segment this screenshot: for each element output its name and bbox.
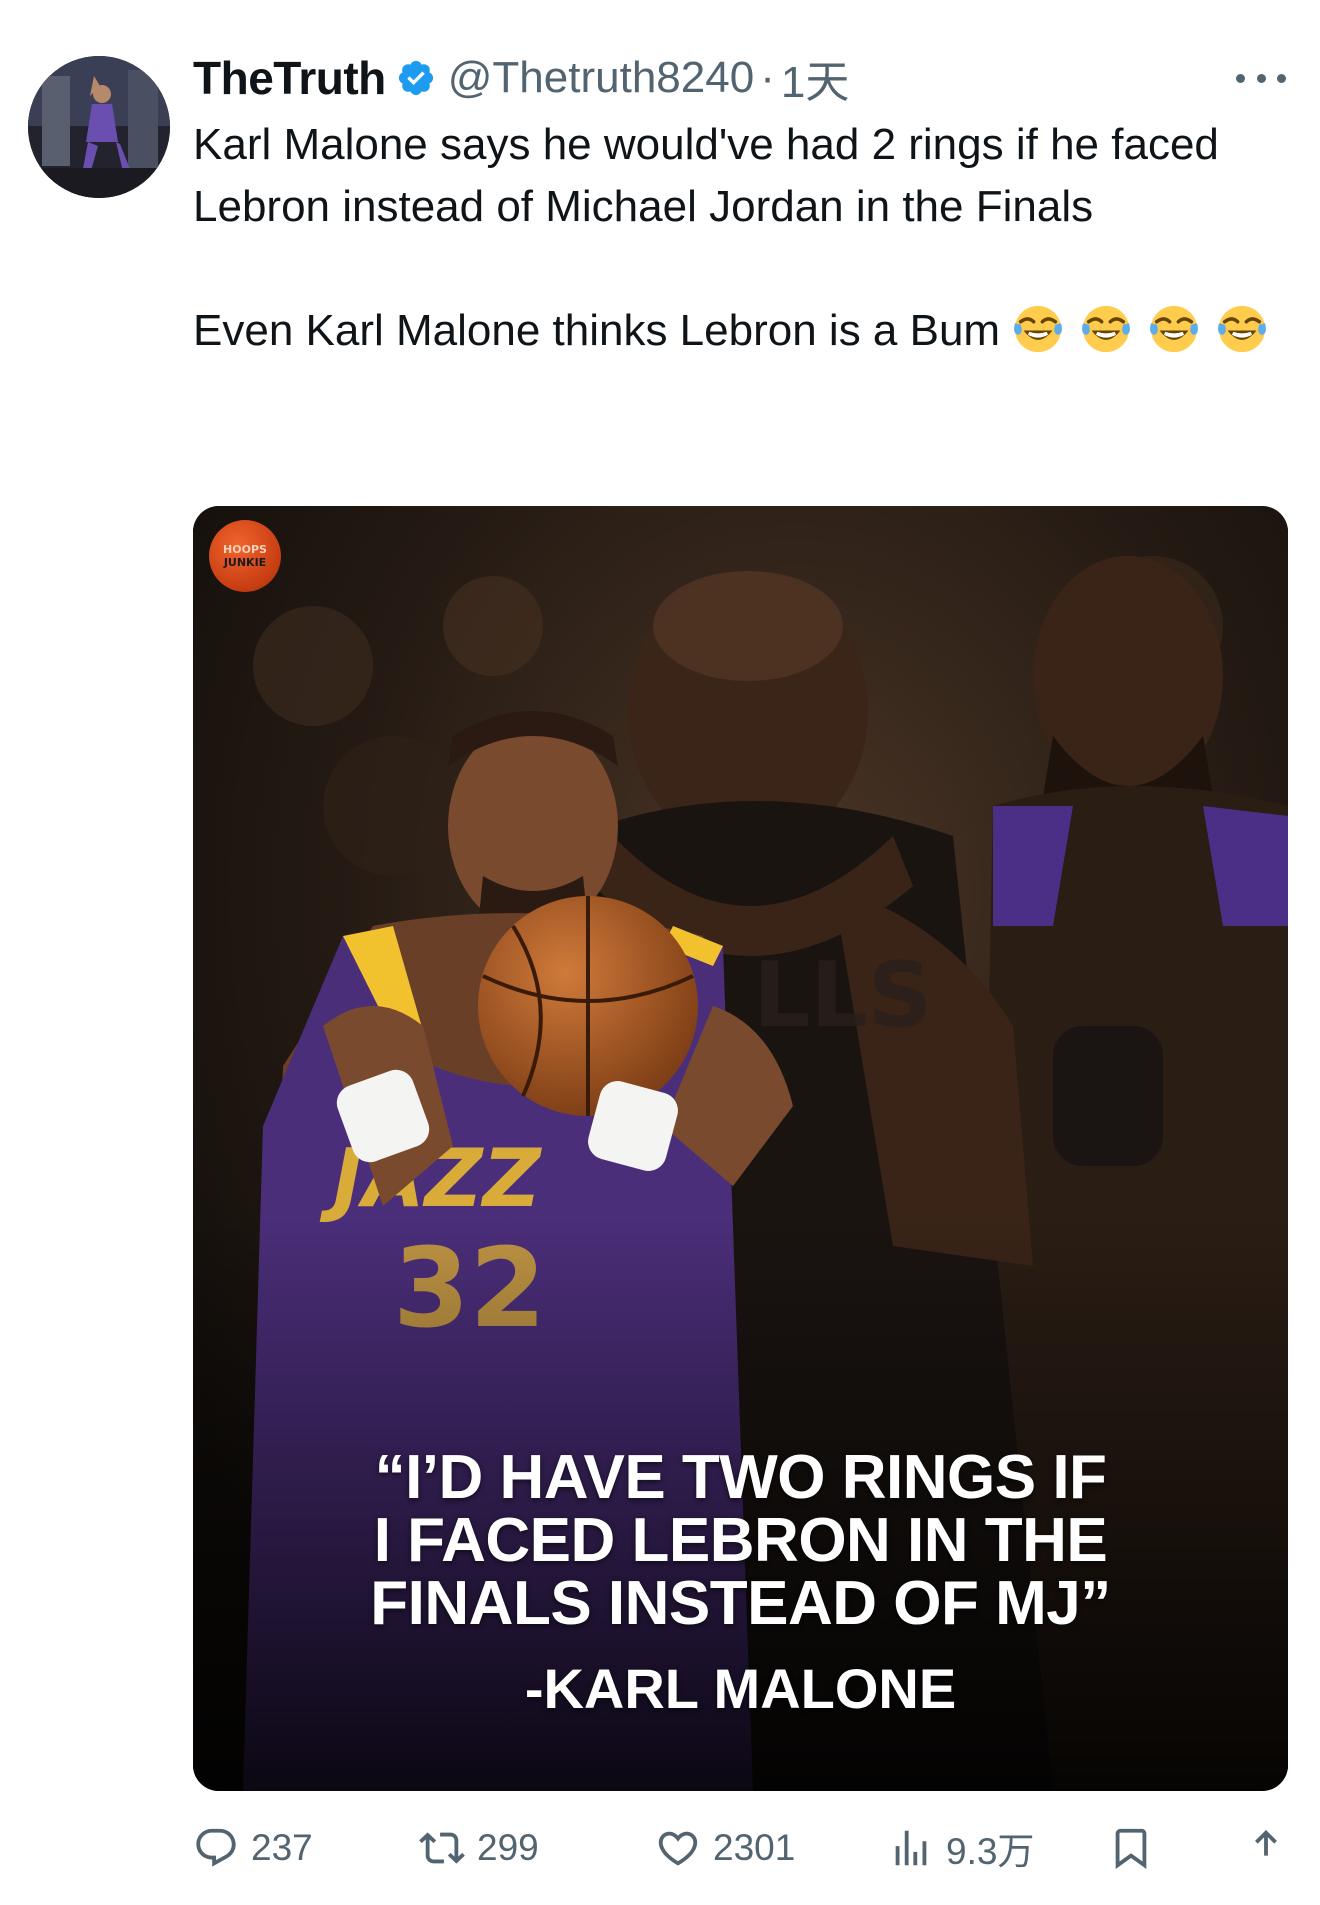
heart-icon [658,1831,698,1866]
quote-text: “I’D HAVE TWO RINGS IF I FACED LEBRON IN… [233,1446,1248,1635]
hoops-junkie-logo: HOOPS JUNKIE [209,520,281,592]
tears-of-joy-emoji-icon [1150,305,1199,353]
verified-badge-icon [396,58,436,98]
quote-line1: “I’D HAVE TWO RINGS IF [374,1443,1107,1512]
views-icon [895,1830,927,1866]
quote-attribution: -KARL MALONE [524,1657,957,1720]
tears-of-joy-emoji-icon [1082,305,1131,353]
avatar[interactable] [28,56,170,198]
bookmark-button[interactable] [1108,1820,1154,1876]
tweet-text-line1: Karl Malone says he would've had 2 rings… [193,120,1232,231]
like-button[interactable]: 2301 [655,1820,795,1876]
views-button[interactable]: 9.3万 [888,1820,1034,1876]
share-icon [1255,1829,1277,1856]
reply-count: 237 [251,1827,313,1868]
tweet-text: Karl Malone says he would've had 2 rings… [193,114,1283,362]
more-options-icon[interactable] [1236,58,1286,98]
like-count: 2301 [713,1827,796,1868]
retweet-icon [419,1832,465,1864]
tweet-text-line2-content: Even Karl Malone thinks Lebron is a Bum [193,306,1001,355]
timestamp[interactable]: 1天 [781,46,849,110]
avatar-image [28,56,170,198]
views-count: 9.3万 [946,1831,1035,1872]
tweet-header: TheTruth @Thetruth8240 · 1天 [193,50,849,107]
tweet-actions: 237 299 2301 9.3万 [193,1820,1283,1876]
separator-dot: · [760,53,775,102]
quote-line3: FINALS INSTEAD OF MJ” [370,1569,1111,1638]
logo-text-top: HOOPS [223,543,267,556]
quote-line2: I FACED LEBRON IN THE [373,1506,1108,1575]
tweet-image[interactable]: LLS JAZZ 32 HOOPS JUNKIE “I’D HAVE TWO R… [193,506,1288,1791]
tears-of-joy-emoji-icon [1218,305,1267,353]
reply-icon [196,1828,236,1867]
share-button[interactable] [1243,1820,1289,1876]
logo-text-bottom: JUNKIE [223,556,267,569]
tears-of-joy-emoji-icon [1014,305,1063,353]
tweet-text-line2: Even Karl Malone thinks Lebron is a Bum [193,300,1283,362]
display-name[interactable]: TheTruth [193,51,386,105]
retweet-button[interactable]: 299 [419,1820,539,1876]
reply-button[interactable]: 237 [193,1820,313,1876]
bookmark-icon [1115,1828,1147,1869]
user-handle[interactable]: @Thetruth8240 [448,53,754,103]
retweet-count: 299 [477,1827,539,1868]
emoji-row [1012,305,1276,355]
